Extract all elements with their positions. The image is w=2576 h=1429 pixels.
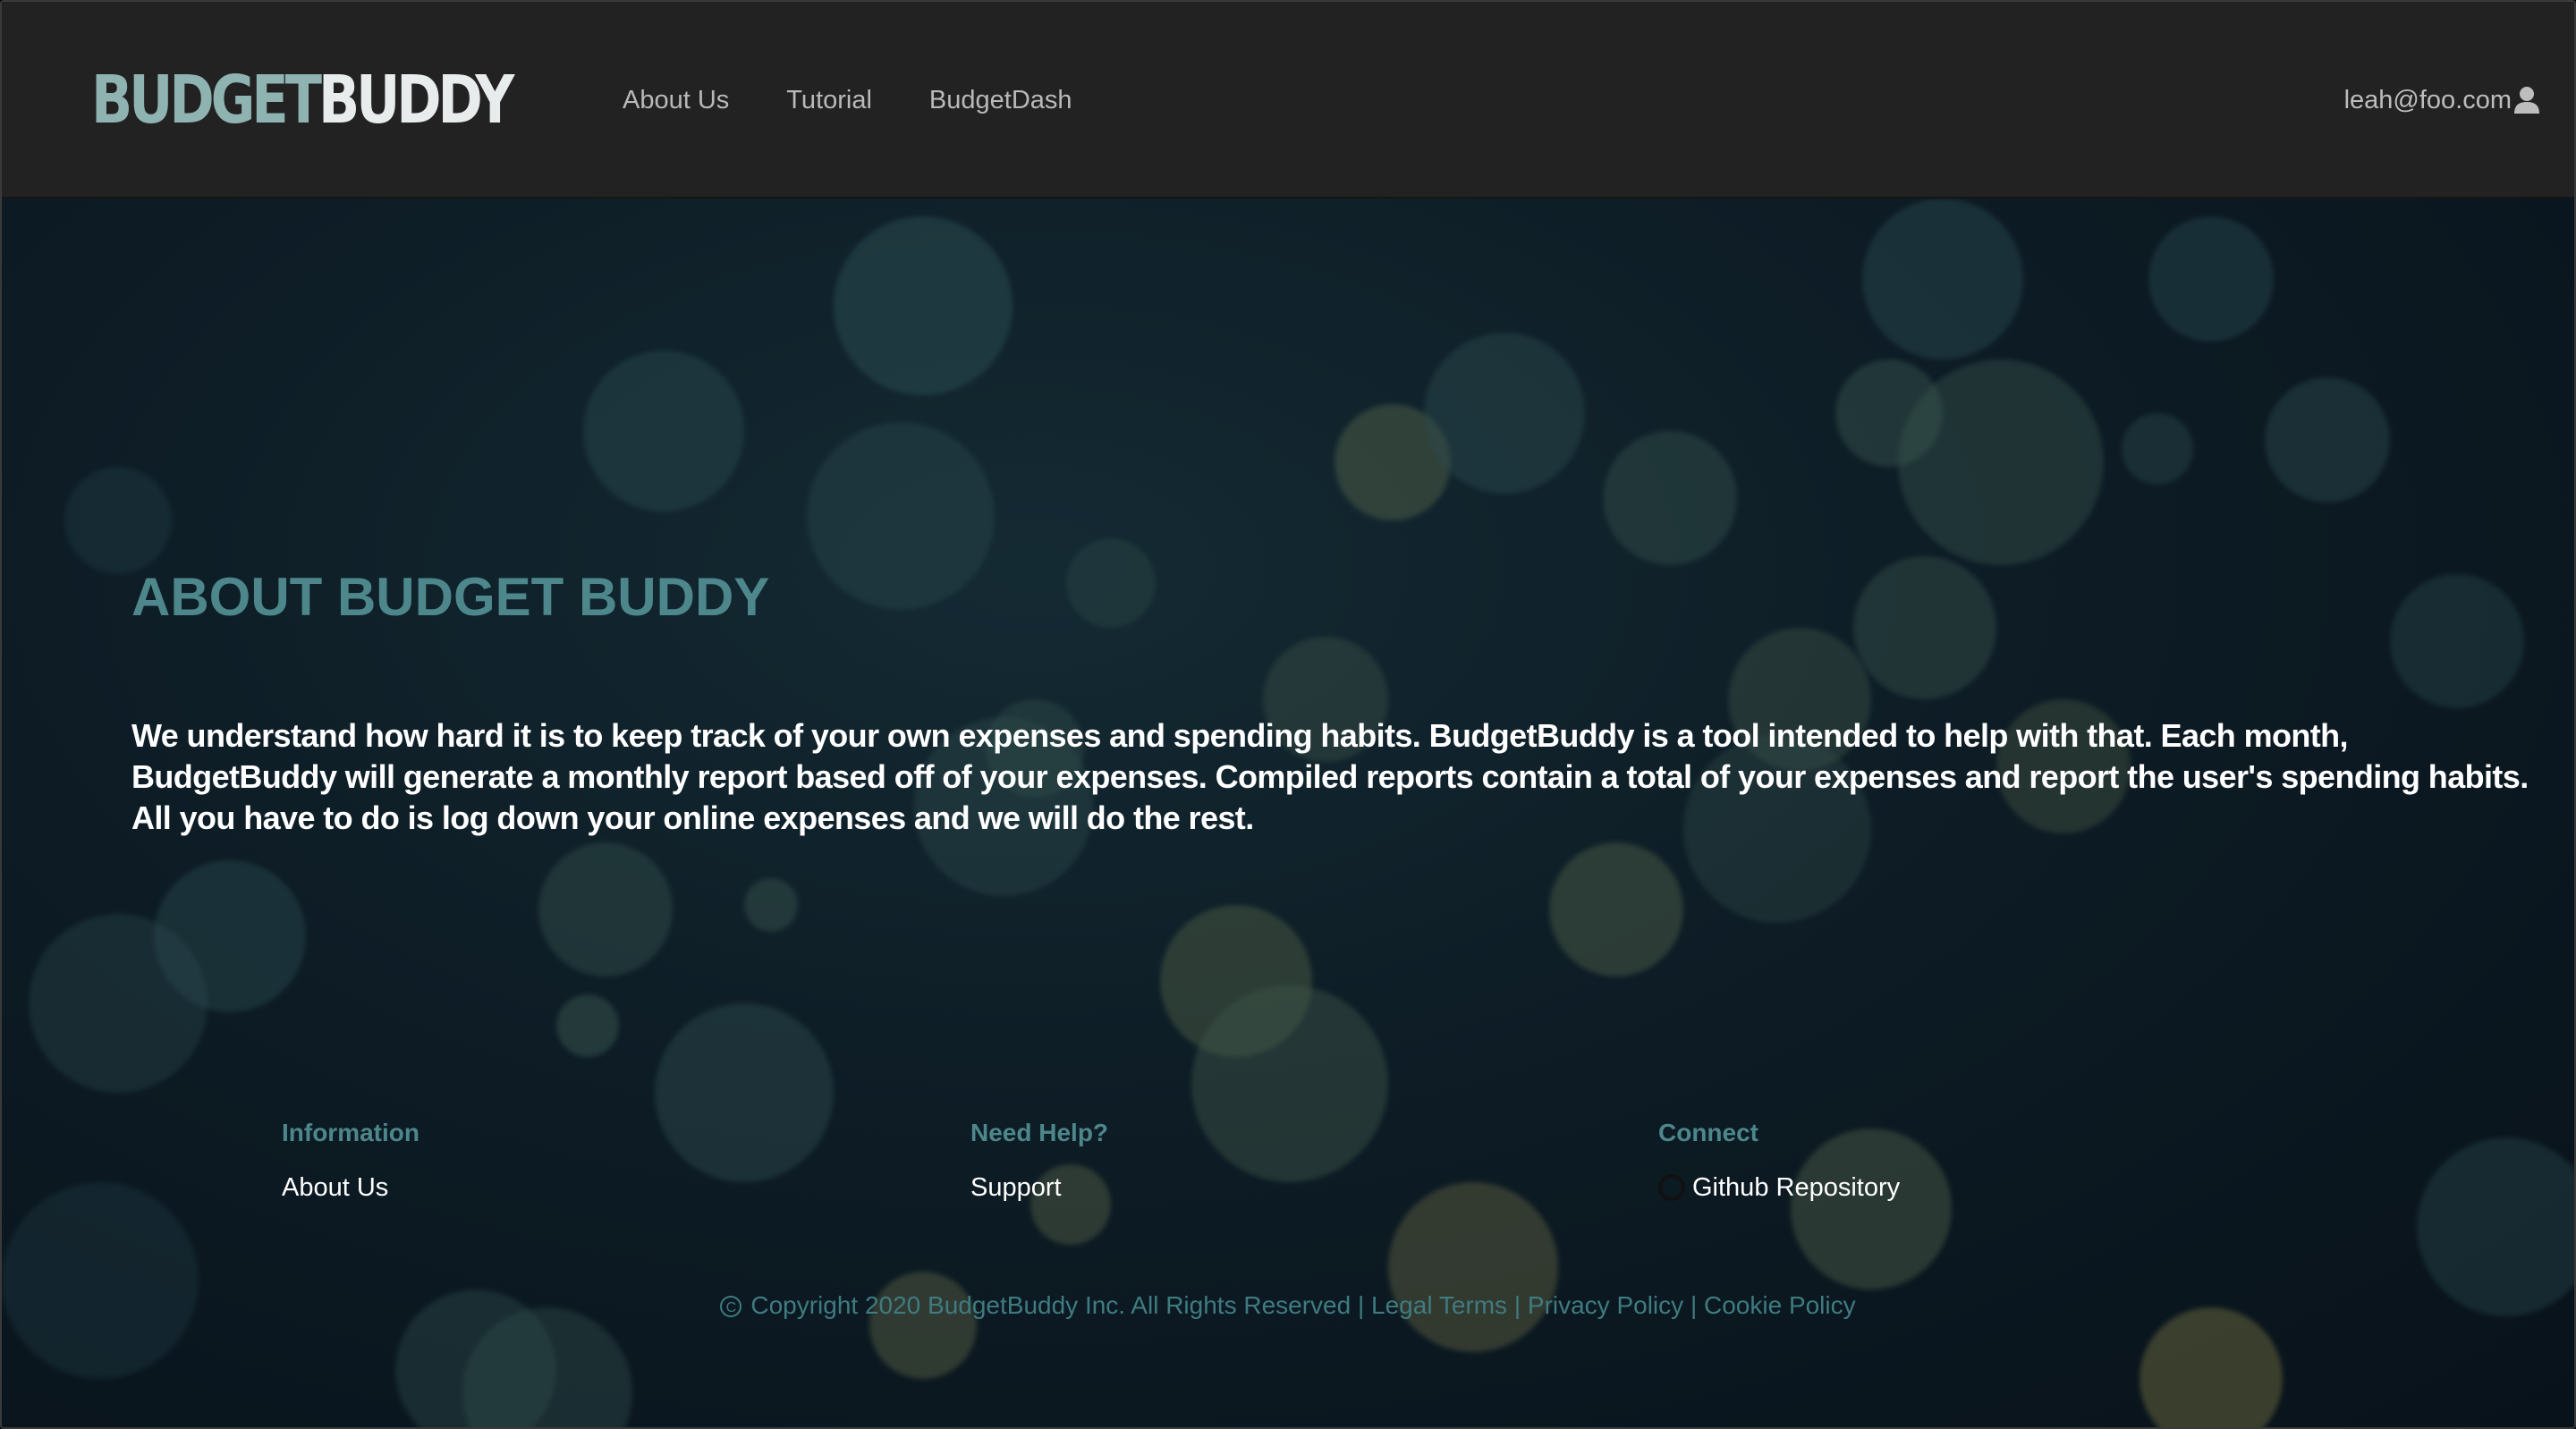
browser-window: BUDGET BUDDY About Us Tutorial BudgetDash…	[0, 0, 2576, 1429]
footer-information: Information About Us	[282, 1118, 419, 1204]
copyright-icon: C	[720, 1296, 742, 1317]
hero-content: ABOUT BUDGET BUDDY We understand how har…	[2, 199, 2574, 1427]
budgetbuddy-logo[interactable]: BUDGET BUDDY	[91, 62, 514, 139]
logo-buddy-text: BUDDY	[318, 62, 514, 139]
footer-heading-connect: Connect	[1658, 1119, 1758, 1146]
separator: |	[1513, 1291, 1521, 1319]
user-icon	[2514, 87, 2539, 114]
main-nav: About Us Tutorial BudgetDash	[623, 80, 1130, 120]
footer-heading-information: Information	[282, 1119, 419, 1146]
footer-link-support-label: Support	[970, 1173, 1062, 1202]
footer-connect: Connect Github Repository	[1658, 1118, 1900, 1204]
footer-need-help: Need Help? Support	[970, 1118, 1108, 1204]
github-icon	[1658, 1174, 1685, 1201]
footer-link-about-us[interactable]: About Us	[282, 1171, 419, 1204]
footer-link-github[interactable]: Github Repository	[1658, 1171, 1900, 1204]
footer-link-about-us-label: About Us	[282, 1173, 389, 1202]
page-title: ABOUT BUDGET BUDDY	[131, 567, 770, 627]
nav-about-us[interactable]: About Us	[623, 80, 729, 120]
user-email: leah@foo.com	[2343, 86, 2512, 114]
copyright-bar: C Copyright 2020 BudgetBuddy Inc. All Rig…	[2, 1289, 2574, 1322]
separator: |	[1690, 1291, 1698, 1319]
top-navbar: BUDGET BUDDY About Us Tutorial BudgetDash…	[2, 2, 2574, 199]
privacy-policy-link[interactable]: Privacy Policy	[1528, 1291, 1683, 1319]
footer-heading-need-help: Need Help?	[970, 1119, 1109, 1146]
user-menu[interactable]: leah@foo.com	[2344, 80, 2540, 120]
copyright-text: Copyright 2020 BudgetBuddy Inc. All Righ…	[750, 1291, 1352, 1319]
footer-link-support[interactable]: Support	[970, 1171, 1108, 1204]
separator: |	[1357, 1291, 1365, 1319]
footer-link-github-label: Github Repository	[1692, 1173, 1901, 1202]
legal-terms-link[interactable]: Legal Terms	[1371, 1291, 1507, 1319]
cookie-policy-link[interactable]: Cookie Policy	[1704, 1291, 1856, 1319]
nav-tutorial[interactable]: Tutorial	[786, 80, 872, 120]
logo-budget-text: BUDGET	[91, 62, 322, 139]
about-description: We understand how hard it is to keep tra…	[131, 717, 2529, 836]
nav-budgetdash[interactable]: BudgetDash	[929, 80, 1072, 120]
hero-section: ABOUT BUDGET BUDDY We understand how har…	[2, 199, 2574, 1427]
